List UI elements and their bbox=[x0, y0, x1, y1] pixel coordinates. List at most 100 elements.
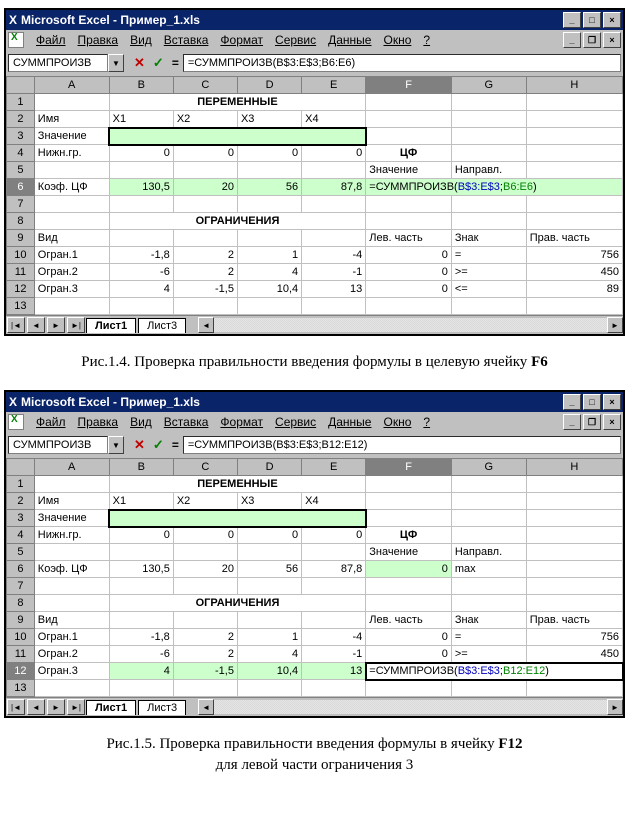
cell[interactable]: 0 bbox=[366, 264, 452, 281]
cell[interactable]: 450 bbox=[526, 646, 622, 663]
row-12-header[interactable]: 12 bbox=[7, 281, 35, 298]
tab-nav-first-icon[interactable]: |◄ bbox=[7, 317, 25, 333]
scroll-right-icon[interactable]: ► bbox=[607, 699, 623, 715]
cell[interactable]: 56 bbox=[237, 561, 301, 578]
active-cell-F12[interactable]: =СУММПРОИЗВ(B$3:E$3;B12:E12) bbox=[366, 663, 623, 680]
close-button[interactable]: × bbox=[603, 12, 621, 28]
cell[interactable]: 10,4 bbox=[237, 281, 301, 298]
cell[interactable]: 756 bbox=[526, 247, 622, 264]
cell[interactable]: 1 bbox=[237, 629, 301, 646]
scroll-left-icon[interactable]: ◄ bbox=[198, 317, 214, 333]
row-8-header[interactable]: 8 bbox=[7, 595, 35, 612]
menu-service[interactable]: Сервис bbox=[269, 33, 322, 47]
value-range[interactable] bbox=[109, 128, 366, 145]
menu-help[interactable]: ? bbox=[417, 415, 436, 429]
menu-data[interactable]: Данные bbox=[322, 415, 377, 429]
cell[interactable]: Огран.1 bbox=[34, 247, 109, 264]
cell[interactable]: 0 bbox=[173, 527, 237, 544]
col-F-header[interactable]: F bbox=[366, 459, 452, 476]
cell[interactable]: Огран.3 bbox=[34, 281, 109, 298]
cell[interactable]: 756 bbox=[526, 629, 622, 646]
col-G-header[interactable]: G bbox=[451, 459, 526, 476]
cell[interactable]: 13 bbox=[302, 281, 366, 298]
row-10-header[interactable]: 10 bbox=[7, 629, 35, 646]
row-4-header[interactable]: 4 bbox=[7, 145, 35, 162]
title-bar[interactable]: X Microsoft Excel - Пример_1.xls _ □ × bbox=[6, 10, 623, 30]
col-H-header[interactable]: H bbox=[526, 77, 622, 94]
name-box-dropdown-icon[interactable]: ▼ bbox=[108, 436, 124, 454]
mdi-restore-button[interactable]: ❐ bbox=[583, 32, 601, 48]
cell[interactable]: >= bbox=[451, 646, 526, 663]
cell[interactable]: 0 bbox=[237, 527, 301, 544]
row-8-header[interactable]: 8 bbox=[7, 213, 35, 230]
sheet-tab-1[interactable]: Лист1 bbox=[86, 700, 136, 715]
col-E-header[interactable]: E bbox=[302, 77, 366, 94]
scroll-left-icon[interactable]: ◄ bbox=[198, 699, 214, 715]
menu-file[interactable]: Файл bbox=[30, 415, 72, 429]
horizontal-scrollbar[interactable]: ◄ ► bbox=[198, 317, 623, 333]
cell[interactable]: 0 bbox=[109, 527, 173, 544]
cell[interactable]: 2 bbox=[173, 264, 237, 281]
row-11-header[interactable]: 11 bbox=[7, 646, 35, 663]
menu-window[interactable]: Окно bbox=[377, 415, 417, 429]
cell[interactable]: 0 bbox=[302, 527, 366, 544]
col-G-header[interactable]: G bbox=[451, 77, 526, 94]
cell[interactable]: 2 bbox=[173, 646, 237, 663]
mdi-minimize-button[interactable]: _ bbox=[563, 32, 581, 48]
cell[interactable]: -6 bbox=[109, 264, 173, 281]
horizontal-scrollbar[interactable]: ◄ ► bbox=[198, 699, 623, 715]
menu-view[interactable]: Вид bbox=[124, 33, 158, 47]
cell[interactable]: 0 bbox=[366, 247, 452, 264]
cell[interactable]: Огран.2 bbox=[34, 646, 109, 663]
cell[interactable]: Огран.2 bbox=[34, 264, 109, 281]
col-D-header[interactable]: D bbox=[237, 77, 301, 94]
row-13-header[interactable]: 13 bbox=[7, 298, 35, 315]
row-1-header[interactable]: 1 bbox=[7, 476, 35, 493]
cell[interactable]: 130,5 bbox=[109, 179, 173, 196]
row-5-header[interactable]: 5 bbox=[7, 162, 35, 179]
menu-format[interactable]: Формат bbox=[214, 415, 269, 429]
cell[interactable]: max bbox=[451, 561, 526, 578]
cancel-formula-icon[interactable]: ✕ bbox=[130, 437, 149, 453]
menu-data[interactable]: Данные bbox=[322, 33, 377, 47]
cell[interactable]: Огран.1 bbox=[34, 629, 109, 646]
mdi-close-button[interactable]: × bbox=[603, 414, 621, 430]
cell[interactable]: Огран.3 bbox=[34, 663, 109, 680]
col-A-header[interactable]: A bbox=[34, 77, 109, 94]
cell[interactable]: -1,8 bbox=[109, 247, 173, 264]
cell[interactable]: 87,8 bbox=[302, 561, 366, 578]
row-2-header[interactable]: 2 bbox=[7, 111, 35, 128]
row-6-header[interactable]: 6 bbox=[7, 179, 35, 196]
equals-icon[interactable]: = bbox=[168, 438, 183, 452]
cell[interactable]: -1,8 bbox=[109, 629, 173, 646]
cell[interactable]: <= bbox=[451, 281, 526, 298]
row-10-header[interactable]: 10 bbox=[7, 247, 35, 264]
mdi-minimize-button[interactable]: _ bbox=[563, 414, 581, 430]
row-3-header[interactable]: 3 bbox=[7, 510, 35, 527]
row-1-header[interactable]: 1 bbox=[7, 94, 35, 111]
cell[interactable]: 0 bbox=[366, 629, 452, 646]
document-icon[interactable] bbox=[8, 414, 24, 430]
cell[interactable]: = bbox=[451, 629, 526, 646]
col-B-header[interactable]: B bbox=[109, 459, 173, 476]
row-9-header[interactable]: 9 bbox=[7, 612, 35, 629]
cell[interactable]: 1 bbox=[237, 247, 301, 264]
maximize-button[interactable]: □ bbox=[583, 394, 601, 410]
cell-F6[interactable]: 0 bbox=[366, 561, 452, 578]
cell[interactable]: 4 bbox=[237, 646, 301, 663]
tab-nav-last-icon[interactable]: ►| bbox=[67, 317, 85, 333]
sheet-tab-1[interactable]: Лист1 bbox=[86, 318, 136, 333]
cell[interactable]: 2 bbox=[173, 629, 237, 646]
menu-view[interactable]: Вид bbox=[124, 415, 158, 429]
document-icon[interactable] bbox=[8, 32, 24, 48]
row-12-header[interactable]: 12 bbox=[7, 663, 35, 680]
name-box-dropdown-icon[interactable]: ▼ bbox=[108, 54, 124, 72]
row-4-header[interactable]: 4 bbox=[7, 527, 35, 544]
tab-nav-next-icon[interactable]: ► bbox=[47, 317, 65, 333]
minimize-button[interactable]: _ bbox=[563, 394, 581, 410]
cell[interactable]: 0 bbox=[237, 145, 301, 162]
cell[interactable]: 89 bbox=[526, 281, 622, 298]
formula-input[interactable]: =СУММПРОИЗВ(B$3:E$3;B6:E6) bbox=[183, 54, 621, 72]
cell[interactable]: -1,5 bbox=[173, 281, 237, 298]
name-box[interactable]: СУММПРОИЗВ bbox=[8, 54, 108, 72]
